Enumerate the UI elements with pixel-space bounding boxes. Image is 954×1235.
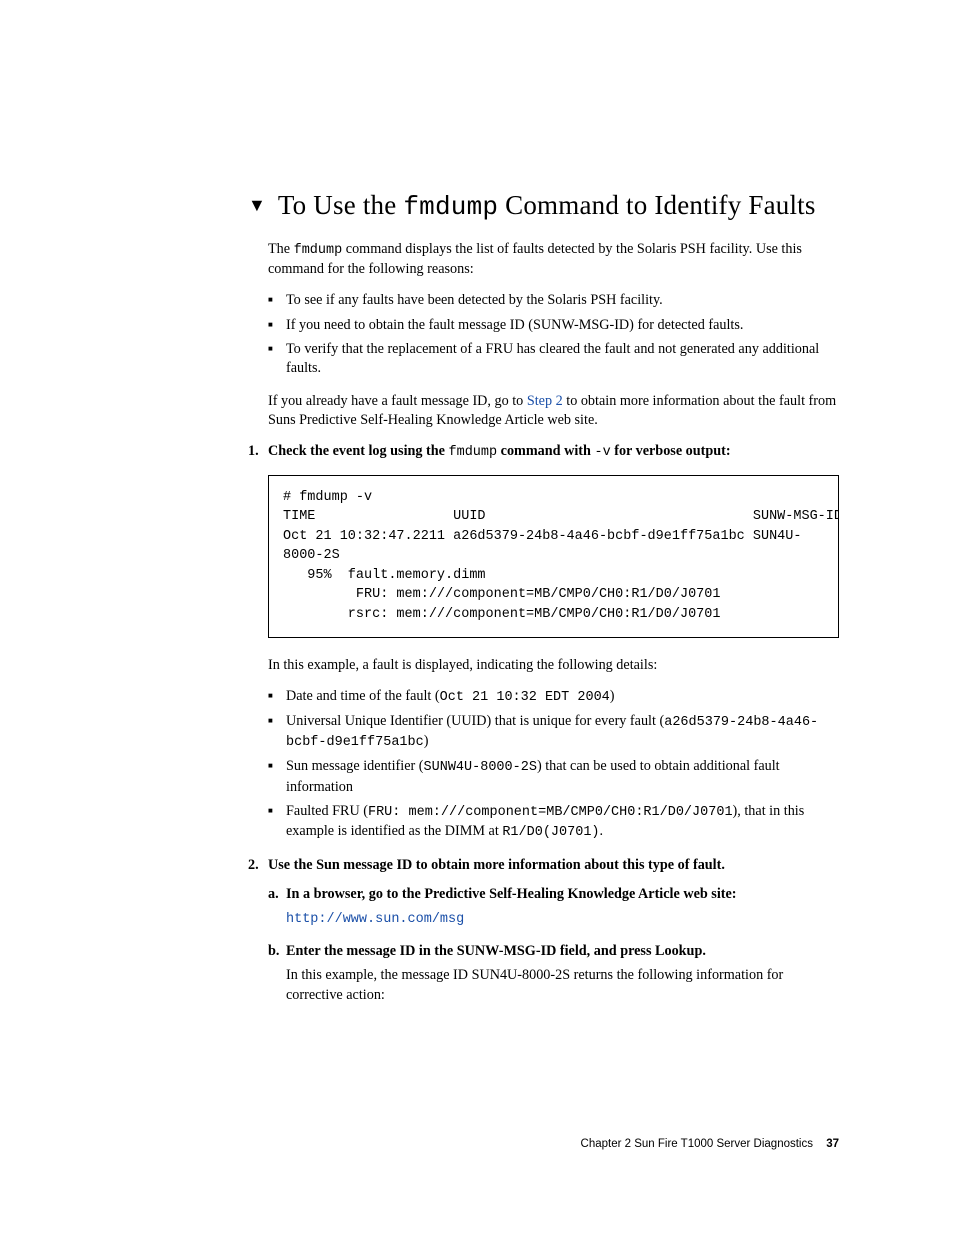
already-paragraph: If you already have a fault message ID, … — [268, 392, 839, 430]
heading-post: Command to Identify Faults — [498, 190, 815, 220]
substep-a: a. In a browser, go to the Predictive Se… — [286, 885, 839, 930]
detail-item: Sun message identifier (SUNW4U-8000-2S) … — [286, 757, 839, 796]
reasons-list: To see if any faults have been detected … — [268, 291, 839, 378]
detail-item: Date and time of the fault (Oct 21 10:32… — [286, 687, 839, 707]
step-number: 1. — [248, 442, 259, 461]
step2-title: Use the Sun message ID to obtain more in… — [268, 857, 725, 873]
d4-mono2: R1/D0(J0701) — [502, 825, 599, 840]
after-code-paragraph: In this example, a fault is displayed, i… — [268, 656, 839, 675]
detail-item: Universal Unique Identifier (UUID) that … — [286, 712, 839, 752]
intro-b: command displays the list of faults dete… — [268, 241, 802, 277]
step1-a: Check the event log using the — [268, 443, 449, 459]
step1-flag: -v — [594, 445, 610, 460]
reason-item: To see if any faults have been detected … — [286, 291, 839, 310]
step1-title: Check the event log using the fmdump com… — [268, 443, 731, 459]
page-footer: Chapter 2 Sun Fire T1000 Server Diagnost… — [581, 1138, 839, 1150]
substep-a-title: In a browser, go to the Predictive Self-… — [286, 886, 737, 902]
body-column: The fmdump command displays the list of … — [248, 240, 839, 1006]
section-heading: To Use the fmdump Command to Identify Fa… — [278, 190, 816, 222]
step1-c: for verbose output: — [611, 443, 731, 459]
substep-b: b. Enter the message ID in the SUNW-MSG-… — [286, 942, 839, 1006]
d1-mono: Oct 21 10:32 EDT 2004 — [440, 690, 610, 705]
step-1: 1. Check the event log using the fmdump … — [268, 442, 839, 842]
d4-mono1: FRU: mem:///component=MB/CMP0/CH0:R1/D0/… — [368, 805, 733, 820]
d2-b: ) — [424, 733, 429, 749]
d3-a: Sun message identifier ( — [286, 758, 424, 774]
already-a: If you already have a fault message ID, … — [268, 393, 527, 409]
d4-c: . — [600, 823, 604, 839]
d2-a: Universal Unique Identifier (UUID) that … — [286, 713, 664, 729]
d4-a: Faulted FRU ( — [286, 803, 368, 819]
intro-a: The — [268, 241, 294, 257]
section-heading-row: ▼ To Use the fmdump Command to Identify … — [248, 190, 839, 222]
heading-pre: To Use the — [278, 190, 404, 220]
substep-b-body: In this example, the message ID SUN4U-80… — [286, 966, 839, 1006]
substep-a-body: http://www.sun.com/msg — [286, 909, 839, 930]
code-block: # fmdump -v TIME UUID SUNW-MSG-ID Oct 21… — [268, 475, 839, 638]
footer-chapter: Chapter 2 Sun Fire T1000 Server Diagnost… — [581, 1138, 813, 1150]
intro-paragraph: The fmdump command displays the list of … — [268, 240, 839, 279]
substep-letter: a. — [268, 885, 279, 905]
substeps-list: a. In a browser, go to the Predictive Se… — [268, 885, 839, 1005]
intro-cmd: fmdump — [294, 243, 343, 258]
substep-letter: b. — [268, 942, 279, 962]
step1-b: command with — [497, 443, 594, 459]
details-list: Date and time of the fault (Oct 21 10:32… — [268, 687, 839, 842]
d3-mono: SUNW4U-8000-2S — [424, 760, 537, 775]
d1-b: ) — [610, 688, 615, 704]
triangle-down-icon: ▼ — [248, 196, 266, 214]
page-content: ▼ To Use the fmdump Command to Identify … — [0, 0, 954, 1006]
heading-cmd: fmdump — [403, 192, 498, 222]
msg-url-link[interactable]: http://www.sun.com/msg — [286, 912, 464, 927]
footer-page-number: 37 — [826, 1138, 839, 1150]
step-2: 2. Use the Sun message ID to obtain more… — [268, 856, 839, 1006]
d1-a: Date and time of the fault ( — [286, 688, 440, 704]
step1-cmd: fmdump — [449, 445, 498, 460]
detail-item: Faulted FRU (FRU: mem:///component=MB/CM… — [286, 802, 839, 842]
substep-b-title: Enter the message ID in the SUNW-MSG-ID … — [286, 943, 706, 959]
step-number: 2. — [248, 856, 259, 875]
steps-list: 1. Check the event log using the fmdump … — [268, 442, 839, 1005]
reason-item: If you need to obtain the fault message … — [286, 316, 839, 335]
step2-link[interactable]: Step 2 — [527, 393, 563, 409]
reason-item: To verify that the replacement of a FRU … — [286, 340, 839, 378]
